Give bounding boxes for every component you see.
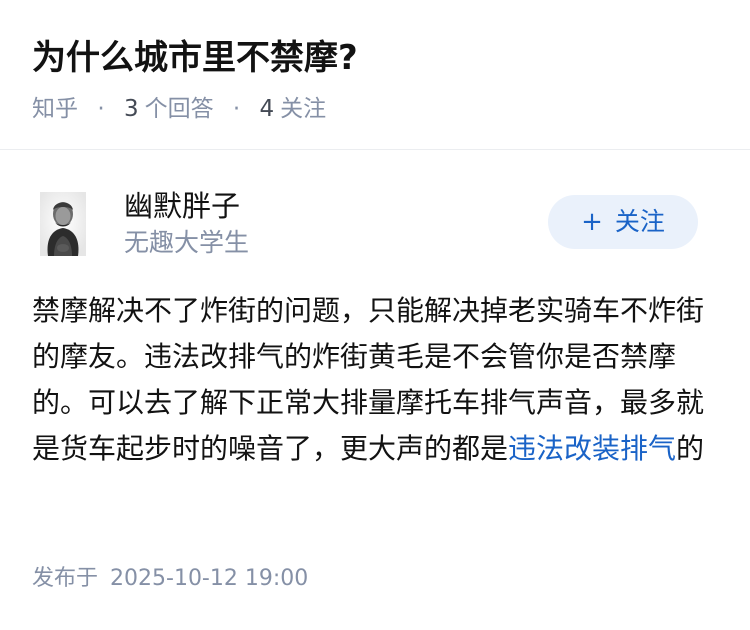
follower-count: 4 (259, 96, 275, 122)
author-bio: 无趣大学生 (124, 228, 250, 257)
question-meta: 知乎 · 3 个回答 · 4 关注 (32, 93, 326, 125)
author-name[interactable]: 幽默胖子 (124, 186, 240, 226)
publish-time: 发布于 2025-10-12 19:00 (32, 563, 308, 595)
answer-count-label[interactable]: 个回答 (145, 96, 214, 122)
follow-button[interactable]: + 关注 (548, 195, 698, 249)
publish-datetime: 2025-10-12 19:00 (110, 566, 309, 591)
author-info: 幽默胖子 无趣大学生 + 关注 (0, 178, 750, 268)
answer-count: 3 (123, 96, 139, 122)
publish-label: 发布于 (32, 566, 99, 591)
answer-inline-link[interactable]: 违法改装排气 (508, 432, 676, 465)
question-title[interactable]: 为什么城市里不禁摩? (32, 34, 358, 82)
follow-button-label: 关注 (614, 207, 665, 236)
follower-count-label[interactable]: 关注 (280, 96, 326, 122)
answer-paragraph: 禁摩解决不了炸街的问题，只能解决掉老实骑车不炸街的摩友。违法改排气的炸街黄毛是不… (32, 288, 712, 472)
meta-separator: · (97, 96, 105, 122)
source-label[interactable]: 知乎 (32, 96, 78, 122)
question-header: 为什么城市里不禁摩? 知乎 · 3 个回答 · 4 关注 (0, 0, 750, 150)
answer-content: 禁摩解决不了炸街的问题，只能解决掉老实骑车不炸街的摩友。违法改排气的炸街黄毛是不… (32, 288, 712, 472)
answer-text-tail: 的 (676, 432, 705, 465)
plus-icon: + (581, 207, 603, 237)
user-avatar-icon[interactable] (40, 192, 86, 256)
meta-separator: · (232, 96, 241, 122)
